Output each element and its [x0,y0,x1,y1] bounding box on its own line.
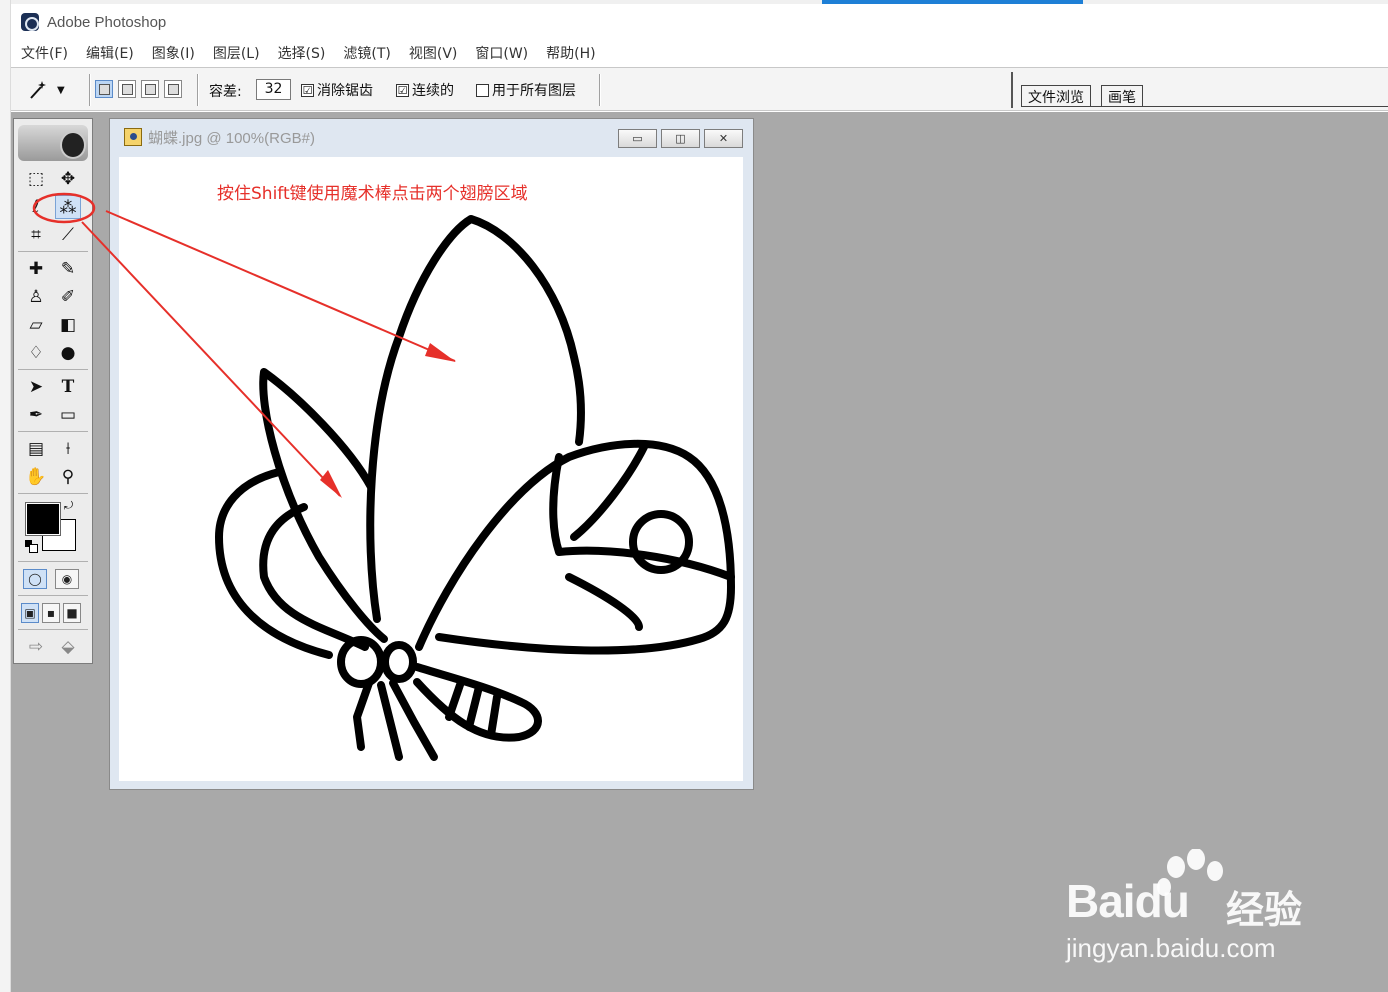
slice-icon[interactable]: ⟋ [55,223,81,247]
gradient-icon[interactable]: ◧ [55,313,81,337]
clone-stamp-icon[interactable]: ♙ [23,285,49,309]
healing-brush-icon[interactable]: ✚ [23,257,49,281]
selection-mode-group [95,80,182,98]
checkbox-box [476,83,489,97]
tolerance-label: 容差: [209,84,242,100]
toolbox: ⬚ ✥ ℓ ⁂ ⌗ ⟋ ✚ ✎ ♙ ✐ ▱ ◧ ♢ ● ➤ T ✒ ▭ ▤ ⟊ … [13,118,93,664]
minimize-button[interactable]: ▭ [618,129,657,148]
contiguous-label: 连续的 [412,83,454,99]
title-bar: Adobe Photoshop [11,4,1388,40]
checkbox-box: ☑ [396,83,409,97]
document-window-controls: ▭ ◫ ✕ [618,129,743,148]
type-icon[interactable]: T [55,375,81,399]
anti-alias-checkbox[interactable]: ☑ 消除锯齿 [301,80,373,100]
zoom-icon[interactable]: ⚲ [55,465,81,489]
instruction-annotation: 按住Shift键使用魔术棒点击两个翅膀区域 [217,184,528,204]
brush-icon[interactable]: ✎ [55,257,81,281]
menu-help[interactable]: 帮助(H) [546,43,595,63]
pen-icon[interactable]: ✒ [23,403,49,427]
photoshop-window: Adobe Photoshop 文件(F) 编辑(E) 图象(I) 图层(L) … [11,4,1388,992]
checkbox-box: ☑ [301,83,314,97]
options-separator [197,74,199,106]
menu-file[interactable]: 文件(F) [21,43,68,63]
shape-icon[interactable]: ▭ [55,403,81,427]
watermark-bai: Bai [1066,875,1136,927]
menu-window[interactable]: 窗口(W) [475,43,528,63]
close-button[interactable]: ✕ [704,129,743,148]
new-selection-button[interactable] [95,80,113,98]
document-icon [124,128,142,146]
watermark-baidu-text: Baidu [1066,874,1190,928]
tolerance-input[interactable]: 32 [256,79,291,100]
toolbox-divider [18,251,88,252]
toolbox-divider [18,561,88,562]
quick-mask-mode-button[interactable]: ◉ [55,569,79,589]
baidu-jingyan-watermark: Baidu 经验 jingyan.baidu.com [1066,849,1366,969]
left-edge [0,0,11,992]
blur-icon[interactable]: ♢ [23,341,49,365]
eyedropper-icon[interactable]: ⟊ [55,437,81,461]
menu-view[interactable]: 视图(V) [409,43,458,63]
full-screen-mode-button[interactable]: ■ [63,603,81,623]
tab-file-browser[interactable]: 文件浏览 [1021,85,1091,107]
menu-bar: 文件(F) 编辑(E) 图象(I) 图层(L) 选择(S) 滤镜(T) 视图(V… [11,40,614,66]
lasso-icon[interactable]: ℓ [23,195,49,219]
default-colors-icon[interactable] [25,540,38,553]
menu-edit[interactable]: 编辑(E) [86,43,134,63]
eraser-icon[interactable]: ▱ [23,313,49,337]
add-to-selection-button[interactable] [118,80,136,98]
foreground-color-swatch[interactable] [25,502,61,536]
toolbox-divider [18,629,88,630]
swap-colors-icon[interactable]: ⤾ [64,499,73,513]
hand-icon[interactable]: ✋ [23,465,49,489]
watermark-jingyan-text: 经验 [1226,888,1303,932]
full-screen-menu-mode-button[interactable]: ▪ [42,603,60,623]
watermark-url: jingyan.baidu.com [1066,933,1276,963]
photoshop-app-icon [21,13,39,31]
options-separator [599,74,601,106]
dodge-icon[interactable]: ● [55,341,81,365]
standard-mode-button[interactable]: ◯ [23,569,47,589]
tab-brushes[interactable]: 画笔 [1101,85,1143,107]
standard-screen-mode-button[interactable]: ▣ [21,603,39,623]
menu-filter[interactable]: 滤镜(T) [343,43,390,63]
toolbox-divider [18,493,88,494]
marquee-icon[interactable]: ⬚ [23,167,49,191]
path-select-icon[interactable]: ➤ [23,375,49,399]
magic-wand-icon[interactable]: ⁂ [55,195,81,219]
menu-layer[interactable]: 图层(L) [213,43,260,63]
subtract-from-selection-button[interactable] [141,80,159,98]
options-separator [89,74,91,106]
jump-to-imageready-icon[interactable]: ⇨ [23,635,49,659]
notes-icon[interactable]: ▤ [23,437,49,461]
menu-image[interactable]: 图象(I) [152,43,195,63]
app-title: Adobe Photoshop [47,13,167,31]
toolbox-divider [18,431,88,432]
imageready-icon[interactable]: ⬙ [55,635,81,659]
photoshop-logo[interactable] [18,125,88,161]
palette-well-baseline [1021,106,1388,107]
magic-wand-icon [30,81,46,99]
tool-options-bar: ▼ 容差: 32 ☑ 消除锯齿 ☑ 连续的 用于所有图层 文件浏览 画笔 [11,67,1388,111]
contiguous-checkbox[interactable]: ☑ 连续的 [396,80,454,100]
image-canvas[interactable]: 按住Shift键使用魔术棒点击两个翅膀区域 [119,157,743,781]
toolbox-divider [18,369,88,370]
watermark-du: du [1134,875,1190,927]
document-window: 蝴蝶.jpg @ 100%(RGB#) ▭ ◫ ✕ 按住Shift键使用魔术棒点… [109,118,754,790]
tool-preset-picker[interactable]: ▼ [25,76,87,104]
chevron-down-icon: ▼ [57,84,65,96]
menu-select[interactable]: 选择(S) [278,43,326,63]
restore-button[interactable]: ◫ [661,129,700,148]
crop-icon[interactable]: ⌗ [23,223,49,247]
document-title: 蝴蝶.jpg @ 100%(RGB#) [148,129,315,147]
all-layers-checkbox[interactable]: 用于所有图层 [476,80,576,100]
palette-well: 文件浏览 画笔 [1011,72,1388,108]
history-brush-icon[interactable]: ✐ [55,285,81,309]
anti-alias-label: 消除锯齿 [317,83,373,99]
move-icon[interactable]: ✥ [55,167,81,191]
butterfly-line-drawing [215,215,735,761]
toolbox-divider [18,595,88,596]
all-layers-label: 用于所有图层 [492,83,576,99]
intersect-selection-button[interactable] [164,80,182,98]
